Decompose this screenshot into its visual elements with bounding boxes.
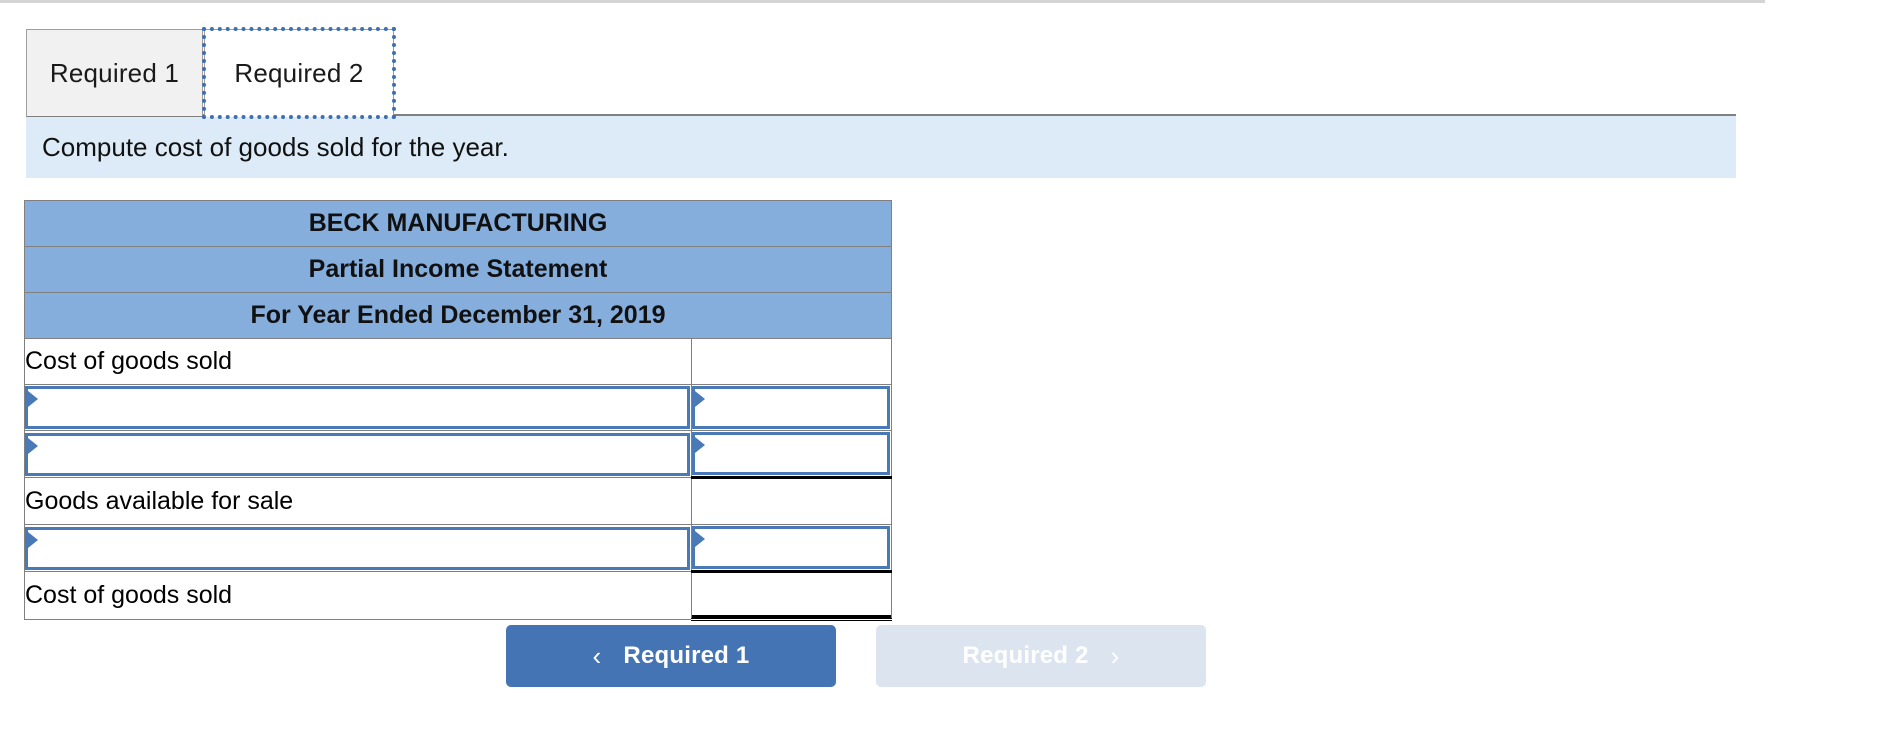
statement-title-header: Partial Income Statement [23,246,893,293]
table-header-row: Partial Income Statement [23,246,893,293]
dropdown-arrow-icon [695,437,705,453]
row-value-goods-available-for-sale [690,476,893,525]
table-header-row: For Year Ended December 31, 2019 [23,292,893,339]
table-header-row: BECK MANUFACTURING [23,200,893,247]
account-select-row-3[interactable] [24,524,692,572]
chevron-right-icon: › [1110,641,1120,671]
amount-dropdown-1[interactable] [692,386,891,429]
table-row: Cost of goods sold [24,570,893,621]
dropdown-arrow-icon [695,391,705,407]
statement-period-header: For Year Ended December 31, 2019 [23,292,893,339]
row-label-cost-of-goods-sold: Cost of goods sold [24,338,692,385]
income-statement-table: BECK MANUFACTURING Partial Income Statem… [23,200,893,621]
dropdown-arrow-icon [28,531,38,548]
account-dropdown-2[interactable] [25,432,690,476]
row-label-goods-available-for-sale: Goods available for sale [24,477,692,525]
row-value-cost-of-goods-sold [690,338,893,385]
table-row: Cost of goods sold [24,338,893,385]
dropdown-arrow-icon [28,391,38,407]
table-row [24,430,893,478]
table-row [24,524,893,572]
amount-select-row-2[interactable] [690,430,893,478]
instruction-text: Compute cost of goods sold for the year. [42,131,509,162]
table-row: Goods available for sale [24,476,893,525]
navigation-bar: ‹ Required 1 Required 2 › [506,625,1206,687]
chevron-left-icon: ‹ [592,641,602,671]
next-required-2-label: Required 2 [962,642,1089,669]
instruction-banner: Compute cost of goods sold for the year. [26,116,1736,178]
prev-required-1-button[interactable]: ‹ Required 1 [506,625,836,687]
tab-strip: Required 1 Required 2 [26,14,1736,119]
tab-required-2[interactable]: Required 2 [202,27,396,119]
account-select-row-2[interactable] [24,430,692,478]
account-dropdown-3[interactable] [25,526,690,570]
tab-required-1[interactable]: Required 1 [26,29,203,117]
row-label-total-cost-of-goods-sold: Cost of goods sold [24,571,692,620]
prev-required-1-label: Required 1 [623,642,750,669]
dropdown-arrow-icon [28,437,38,454]
account-dropdown-1[interactable] [25,386,690,429]
amount-select-row-3[interactable] [690,524,893,572]
amount-select-row-1[interactable] [690,384,893,431]
amount-dropdown-2[interactable] [692,432,891,475]
tab-required-2-label: Required 2 [234,57,364,88]
top-divider [0,0,1765,3]
next-required-2-button: Required 2 › [876,625,1206,687]
tab-required-1-label: Required 1 [49,57,180,88]
row-value-total-cost-of-goods-sold [690,570,893,621]
account-select-row-1[interactable] [24,384,692,431]
dropdown-arrow-icon [695,531,705,547]
company-name-header: BECK MANUFACTURING [23,200,893,247]
amount-dropdown-3[interactable] [692,526,891,569]
table-row [24,384,893,431]
